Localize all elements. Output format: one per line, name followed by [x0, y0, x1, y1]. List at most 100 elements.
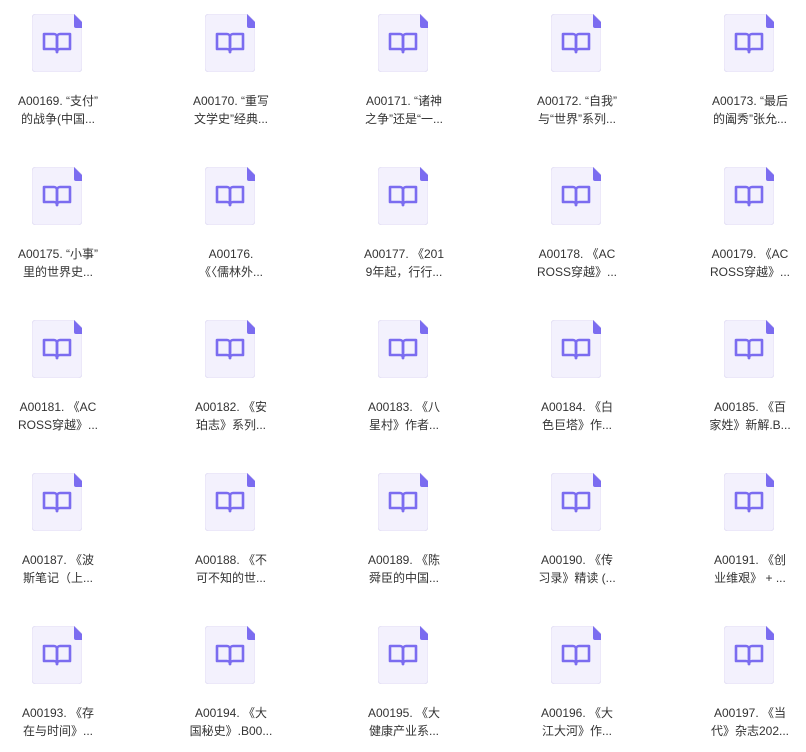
file-name-line1: A00181. 《AC	[19, 400, 97, 414]
book-file-icon	[32, 320, 82, 378]
file-name-line1: A00176.	[208, 247, 254, 261]
file-name-line1: A00173. “最后	[711, 94, 789, 108]
file-item[interactable]: A00184. 《白 色巨塔》作...	[517, 306, 637, 446]
file-name: A00181. 《AC ROSS穿越》...	[0, 398, 118, 434]
book-file-icon-graphic	[551, 626, 601, 684]
file-item[interactable]: A00193. 《存 在与时间》...	[0, 612, 118, 752]
file-name-line1: A00189. 《陈	[367, 553, 441, 567]
file-name-line1: A00187. 《波	[21, 553, 95, 567]
file-name-line2: ROSS穿越》...	[17, 418, 98, 432]
file-name-line2: 家姓》新解.B...	[709, 418, 791, 432]
file-name-line1: A00194. 《大	[194, 706, 268, 720]
file-name-line2: 业维艰》 + ...	[714, 571, 786, 585]
book-file-icon-graphic	[32, 626, 82, 684]
file-item[interactable]: A00175. “小事” 里的世界史...	[0, 153, 118, 293]
file-name-line1: A00185. 《百	[713, 400, 787, 414]
book-file-icon	[724, 14, 774, 72]
file-item[interactable]: A00185. 《百 家姓》新解.B...	[690, 306, 806, 446]
book-file-icon-graphic	[724, 320, 774, 378]
book-file-icon	[551, 320, 601, 378]
file-name: A00184. 《白 色巨塔》作...	[517, 398, 637, 434]
file-name-line1: A00190. 《传	[540, 553, 614, 567]
book-file-icon	[205, 320, 255, 378]
file-name-line1: A00171. “诸神	[365, 94, 443, 108]
file-name-line2: 舜臣的中国...	[368, 571, 439, 585]
file-name: A00185. 《百 家姓》新解.B...	[690, 398, 806, 434]
file-name-line2: 9年起，行行...	[365, 265, 443, 279]
file-item[interactable]: A00197. 《当 代》杂志202...	[690, 612, 806, 752]
book-file-icon	[378, 14, 428, 72]
file-name-line2: 的战争(中国...	[21, 112, 95, 126]
file-name: A00179. 《AC ROSS穿越》...	[690, 245, 806, 281]
file-name-line2: 里的世界史...	[22, 265, 93, 279]
file-item[interactable]: A00177. 《201 9年起，行行...	[344, 153, 464, 293]
book-file-icon-graphic	[32, 473, 82, 531]
file-name: A00170. “重写 文学史”经典...	[171, 92, 291, 128]
file-item[interactable]: A00190. 《传 习录》精读 (...	[517, 459, 637, 599]
file-name-line1: A00196. 《大	[540, 706, 614, 720]
book-file-icon-graphic	[378, 626, 428, 684]
file-name: A00182. 《安 珀志》系列...	[171, 398, 291, 434]
file-name-line1: A00195. 《大	[367, 706, 441, 720]
file-item[interactable]: A00183. 《八 星村》作者...	[344, 306, 464, 446]
book-file-icon	[32, 473, 82, 531]
file-item[interactable]: A00172. “自我” 与“世界”系列...	[517, 0, 637, 140]
file-item[interactable]: A00189. 《陈 舜臣的中国...	[344, 459, 464, 599]
file-item[interactable]: A00195. 《大 健康产业系...	[344, 612, 464, 752]
book-file-icon-graphic	[724, 14, 774, 72]
book-file-icon	[551, 626, 601, 684]
file-name-line1: A00188. 《不	[194, 553, 268, 567]
file-name-line1: A00183. 《八	[367, 400, 441, 414]
book-file-icon-graphic	[724, 167, 774, 225]
file-name: A00189. 《陈 舜臣的中国...	[344, 551, 464, 587]
book-file-icon-graphic	[205, 167, 255, 225]
file-name-line1: A00172. “自我”	[536, 94, 618, 108]
file-name-line1: A00191. 《创	[713, 553, 787, 567]
file-name-line1: A00178. 《AC	[538, 247, 616, 261]
book-file-icon-graphic	[205, 320, 255, 378]
file-item[interactable]: A00181. 《AC ROSS穿越》...	[0, 306, 118, 446]
book-file-icon-graphic	[724, 473, 774, 531]
file-item[interactable]: A00191. 《创 业维艰》 + ...	[690, 459, 806, 599]
file-item[interactable]: A00178. 《AC ROSS穿越》...	[517, 153, 637, 293]
book-file-icon-graphic	[378, 167, 428, 225]
file-name-line2: 在与时间》...	[22, 724, 93, 738]
file-name-line1: A00175. “小事”	[17, 247, 99, 261]
book-file-icon-graphic	[551, 320, 601, 378]
book-file-icon-graphic	[205, 626, 255, 684]
book-file-icon-graphic	[378, 320, 428, 378]
file-name: A00171. “诸神 之争”还是“一...	[344, 92, 464, 128]
book-file-icon	[205, 167, 255, 225]
file-item[interactable]: A00173. “最后 的阖秀”张允...	[690, 0, 806, 140]
file-name-line1: A00182. 《安	[194, 400, 268, 414]
file-name: A00193. 《存 在与时间》...	[0, 704, 118, 740]
file-name: A00178. 《AC ROSS穿越》...	[517, 245, 637, 281]
file-item[interactable]: A00187. 《波 斯笔记（上...	[0, 459, 118, 599]
file-name-line1: A00169. “支付”	[17, 94, 99, 108]
book-file-icon	[205, 14, 255, 72]
file-name-line2: 珀志》系列...	[195, 418, 266, 432]
file-name-line2: 之争”还是“一...	[365, 112, 443, 126]
file-item[interactable]: A00176. 《〈儒林外...	[171, 153, 291, 293]
book-file-icon-graphic	[32, 320, 82, 378]
file-item[interactable]: A00194. 《大 国秘史》.B00...	[171, 612, 291, 752]
book-file-icon-graphic	[205, 14, 255, 72]
file-name-line2: 可不知的世...	[195, 571, 266, 585]
file-item[interactable]: A00179. 《AC ROSS穿越》...	[690, 153, 806, 293]
file-item[interactable]: A00188. 《不 可不知的世...	[171, 459, 291, 599]
book-file-icon	[724, 626, 774, 684]
file-name: A00173. “最后 的阖秀”张允...	[690, 92, 806, 128]
file-item[interactable]: A00170. “重写 文学史”经典...	[171, 0, 291, 140]
book-file-icon-graphic	[378, 473, 428, 531]
file-name-line2: 国秘史》.B00...	[189, 724, 273, 738]
file-item[interactable]: A00169. “支付” 的战争(中国...	[0, 0, 118, 140]
file-name-line1: A00179. 《AC	[711, 247, 789, 261]
file-name: A00194. 《大 国秘史》.B00...	[171, 704, 291, 740]
book-file-icon-graphic	[378, 14, 428, 72]
file-name-line1: A00184. 《白	[540, 400, 614, 414]
file-name: A00190. 《传 习录》精读 (...	[517, 551, 637, 587]
file-item[interactable]: A00171. “诸神 之争”还是“一...	[344, 0, 464, 140]
file-name-line1: A00177. 《201	[363, 247, 445, 261]
file-item[interactable]: A00196. 《大 江大河》作...	[517, 612, 637, 752]
file-item[interactable]: A00182. 《安 珀志》系列...	[171, 306, 291, 446]
